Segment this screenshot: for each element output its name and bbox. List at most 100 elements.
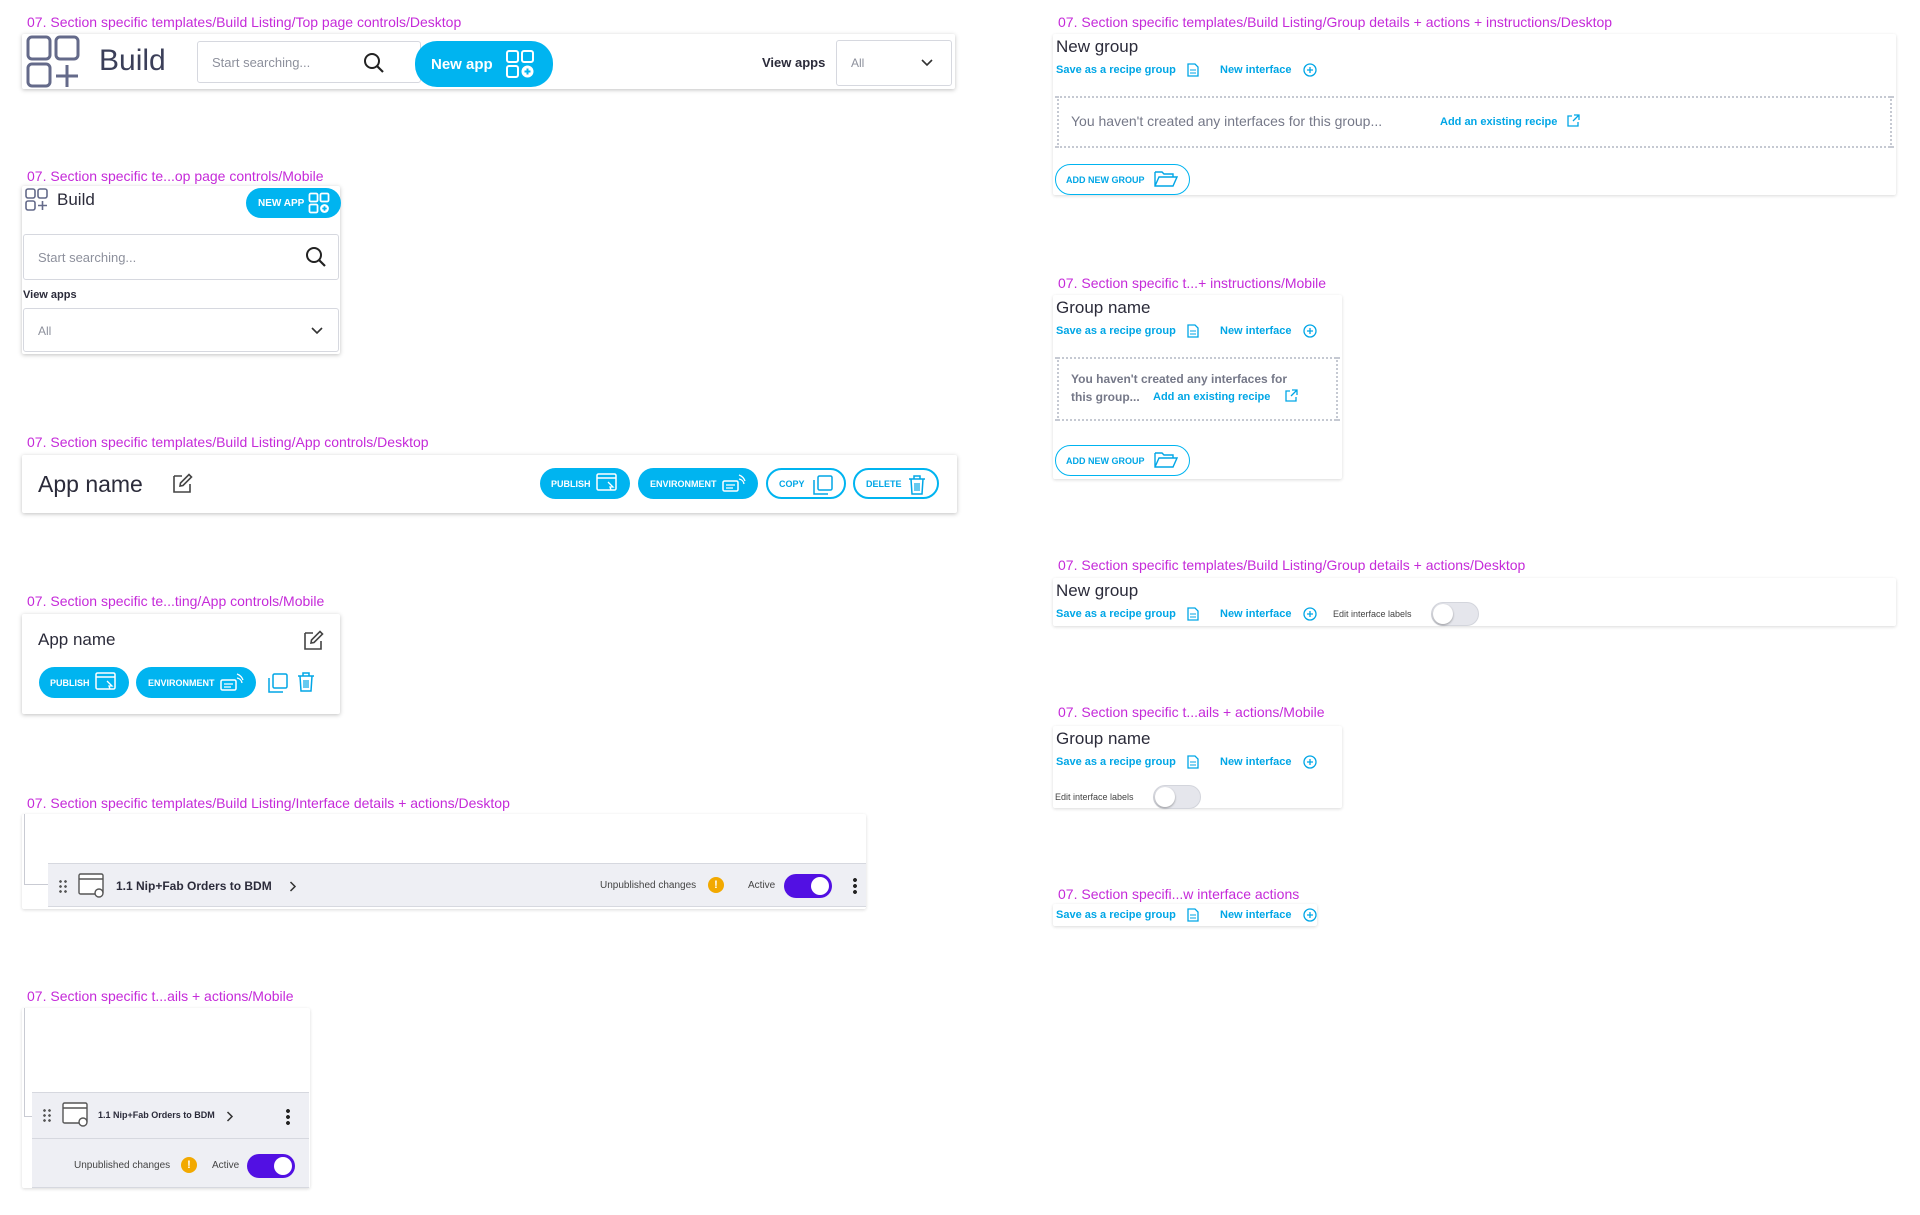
drag-handle-icon[interactable] xyxy=(42,1108,52,1122)
environment-button[interactable]: ENVIRONMENT xyxy=(638,468,758,499)
save-recipe-group-link[interactable]: Save as a recipe group xyxy=(1056,756,1176,768)
new-app-button[interactable]: NEW APP xyxy=(246,188,341,218)
copy-icon[interactable] xyxy=(267,672,289,694)
unpublished-label: Unpublished changes xyxy=(600,880,697,891)
add-circle-icon[interactable] xyxy=(1303,607,1317,621)
save-recipe-group-link[interactable]: Save as a recipe group xyxy=(1056,64,1176,76)
edit-labels-label: Edit interface labels xyxy=(1333,609,1412,619)
frame-label: 07. Section specific templates/Build Lis… xyxy=(27,14,462,30)
view-apps-label: View apps xyxy=(762,55,826,70)
interface-name[interactable]: 1.1 Nip+Fab Orders to BDM xyxy=(116,879,272,893)
new-interface-link[interactable]: New interface xyxy=(1220,325,1292,337)
view-apps-value: All xyxy=(38,324,52,338)
drag-handle-icon[interactable] xyxy=(58,879,68,893)
environment-icon xyxy=(220,673,244,691)
build-logo-icon xyxy=(26,35,80,88)
document-icon[interactable] xyxy=(1187,755,1199,769)
save-recipe-group-link[interactable]: Save as a recipe group xyxy=(1056,325,1176,337)
frame-label: 07. Section specifi...w interface action… xyxy=(1058,886,1300,902)
interface-desktop: 1.1 Nip+Fab Orders to BDM Unpublished ch… xyxy=(22,814,866,909)
document-icon[interactable] xyxy=(1187,908,1199,922)
external-link-icon[interactable] xyxy=(1285,389,1298,402)
edit-labels-toggle[interactable] xyxy=(1153,785,1201,809)
search-icon[interactable] xyxy=(305,246,327,268)
publish-label: PUBLISH xyxy=(551,478,591,489)
chevron-right-icon[interactable] xyxy=(289,881,297,892)
add-new-group-button[interactable]: ADD NEW GROUP xyxy=(1055,445,1190,476)
interface-row[interactable]: 1.1 Nip+Fab Orders to BDM Unpublished ch… xyxy=(48,863,866,907)
top-controls-desktop: Build Start searching... New app View ap… xyxy=(22,34,955,89)
search-input[interactable]: Start searching... xyxy=(197,41,421,83)
new-app-button[interactable]: New app xyxy=(415,41,553,87)
interface-name[interactable]: 1.1 Nip+Fab Orders to BDM xyxy=(98,1110,215,1120)
tree-line xyxy=(24,814,25,884)
add-new-group-label: ADD NEW GROUP xyxy=(1066,174,1145,185)
delete-label: DELETE xyxy=(866,478,902,489)
interface-mobile: 1.1 Nip+Fab Orders to BDM Unpublished ch… xyxy=(22,1008,310,1188)
app-name: App name xyxy=(38,471,143,497)
frame-label: 07. Section specific templates/Build Lis… xyxy=(1058,14,1613,30)
add-circle-icon[interactable] xyxy=(1303,755,1317,769)
new-interface-actions: Save as a recipe group New interface xyxy=(1053,904,1317,926)
edit-icon[interactable] xyxy=(301,629,325,653)
edit-labels-label: Edit interface labels xyxy=(1055,792,1134,802)
new-app-label: NEW APP xyxy=(258,197,305,209)
divider xyxy=(32,1138,309,1139)
add-circle-icon[interactable] xyxy=(1303,324,1317,338)
more-options-icon[interactable] xyxy=(853,877,857,895)
active-toggle[interactable] xyxy=(247,1154,295,1178)
active-label: Active xyxy=(748,880,776,891)
publish-button[interactable]: PUBLISH xyxy=(39,667,129,698)
document-icon[interactable] xyxy=(1187,607,1199,621)
search-icon[interactable] xyxy=(363,52,385,74)
more-options-icon[interactable] xyxy=(286,1108,290,1126)
document-icon[interactable] xyxy=(1187,324,1199,338)
new-interface-link[interactable]: New interface xyxy=(1220,608,1292,620)
copy-button[interactable]: COPY xyxy=(766,468,846,499)
empty-state: You haven't created any interfaces for t… xyxy=(1055,357,1340,421)
delete-button[interactable]: DELETE xyxy=(853,468,939,499)
publish-button[interactable]: PUBLISH xyxy=(540,468,630,499)
search-placeholder: Start searching... xyxy=(38,250,137,265)
document-icon[interactable] xyxy=(1187,63,1199,77)
edit-icon[interactable] xyxy=(170,472,194,496)
new-interface-link[interactable]: New interface xyxy=(1220,64,1292,76)
view-apps-select[interactable]: All xyxy=(836,40,952,86)
environment-button[interactable]: ENVIRONMENT xyxy=(136,667,256,698)
publish-icon xyxy=(95,672,116,690)
new-interface-link[interactable]: New interface xyxy=(1220,756,1292,768)
add-circle-icon[interactable] xyxy=(1303,908,1317,922)
save-recipe-group-link[interactable]: Save as a recipe group xyxy=(1056,608,1176,620)
app-controls-mobile: App name PUBLISH ENVIRONMENT xyxy=(22,614,340,714)
active-toggle[interactable] xyxy=(784,874,832,898)
search-placeholder: Start searching... xyxy=(212,55,311,70)
group-mobile: Group name Save as a recipe group New in… xyxy=(1053,726,1342,809)
add-new-group-button[interactable]: ADD NEW GROUP xyxy=(1055,164,1190,195)
new-app-icon xyxy=(506,50,534,78)
interface-row[interactable]: 1.1 Nip+Fab Orders to BDM Unpublished ch… xyxy=(32,1092,309,1188)
add-existing-recipe-link[interactable]: Add an existing recipe xyxy=(1153,391,1270,403)
frame-label: 07. Section specific templates/Build Lis… xyxy=(1058,557,1526,573)
trash-icon xyxy=(909,475,925,495)
empty-state-text: this group... xyxy=(1071,390,1140,404)
new-app-icon xyxy=(308,192,330,214)
external-link-icon[interactable] xyxy=(1567,114,1580,127)
empty-state-text: You haven't created any interfaces for t… xyxy=(1071,113,1383,129)
add-new-group-label: ADD NEW GROUP xyxy=(1066,455,1145,466)
view-apps-select[interactable]: All xyxy=(23,308,339,352)
build-logo-icon xyxy=(25,188,48,211)
search-input[interactable]: Start searching... xyxy=(23,234,339,280)
add-circle-icon[interactable] xyxy=(1303,63,1317,77)
warning-icon: ! xyxy=(708,877,724,893)
edit-labels-toggle[interactable] xyxy=(1431,602,1479,626)
trash-icon[interactable] xyxy=(296,671,316,693)
save-recipe-group-link[interactable]: Save as a recipe group xyxy=(1056,909,1176,921)
new-interface-link[interactable]: New interface xyxy=(1220,909,1292,921)
frame-label: 07. Section specific te...ting/App contr… xyxy=(27,593,325,609)
chevron-right-icon[interactable] xyxy=(226,1111,234,1122)
group-title: Group name xyxy=(1056,729,1151,748)
active-label: Active xyxy=(212,1160,240,1171)
app-name: App name xyxy=(38,630,116,649)
add-existing-recipe-link[interactable]: Add an existing recipe xyxy=(1440,116,1557,128)
environment-label: ENVIRONMENT xyxy=(148,677,215,688)
